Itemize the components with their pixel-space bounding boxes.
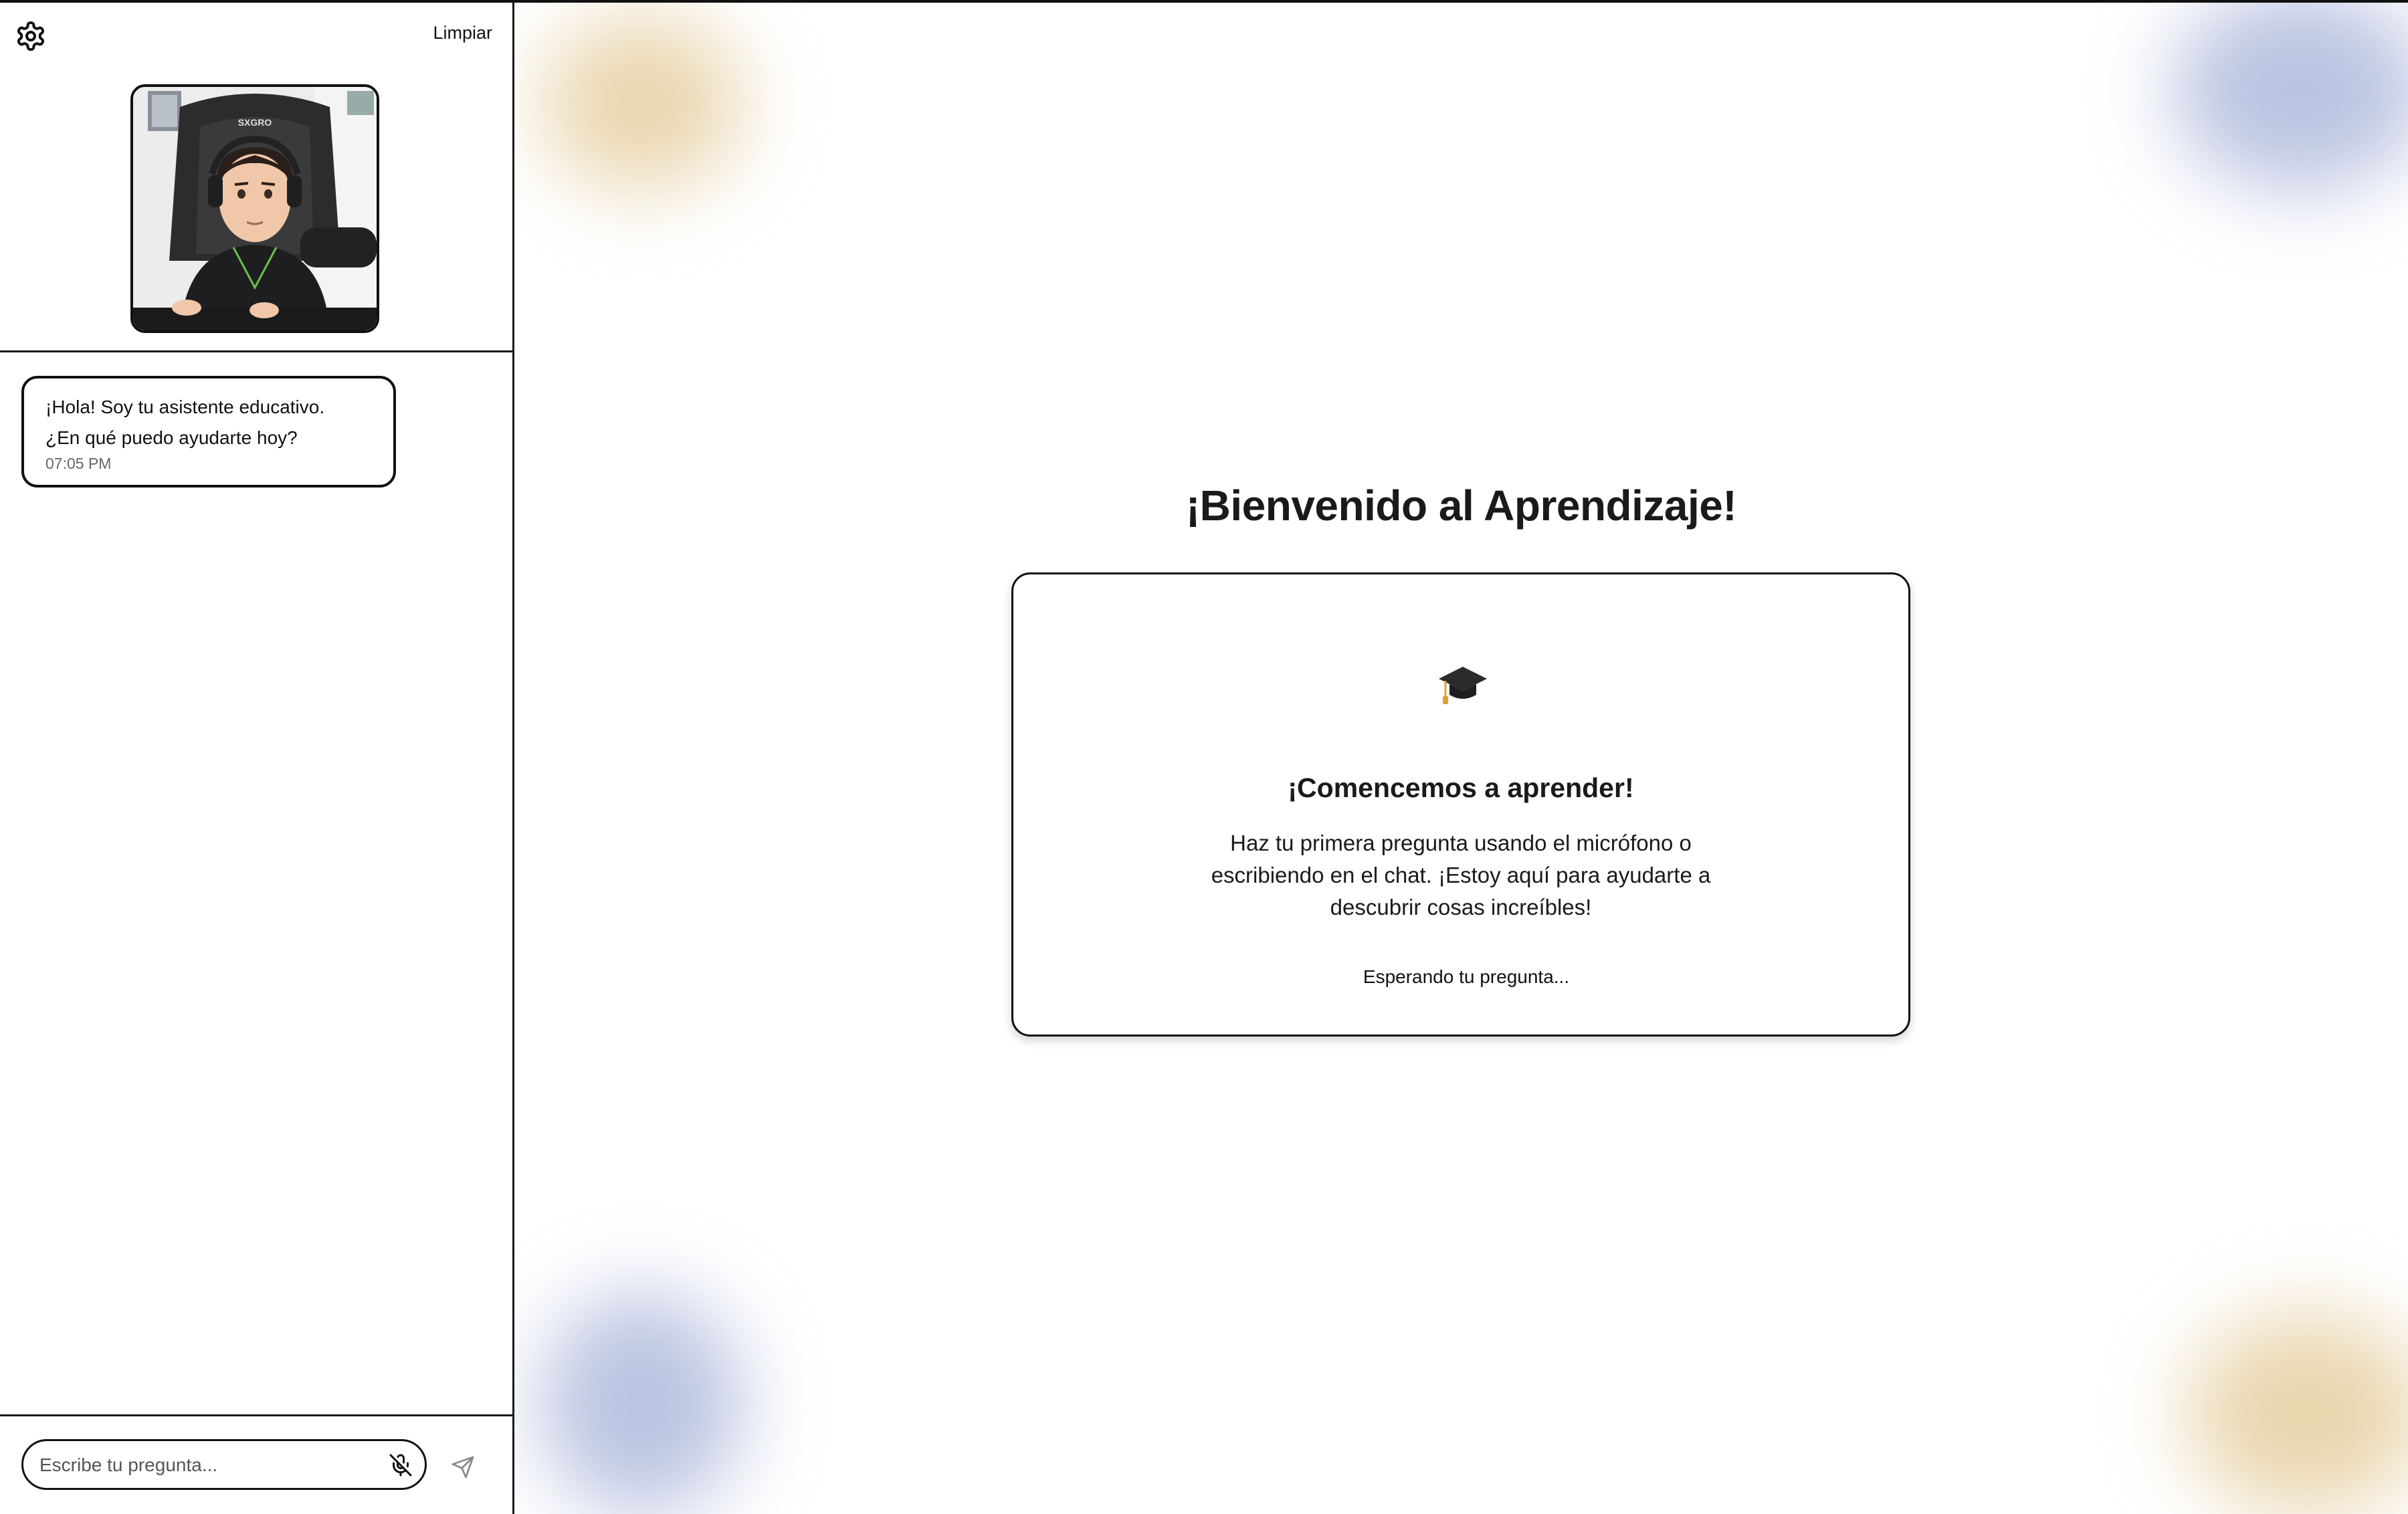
message-timestamp: 07:05 PM (45, 455, 112, 472)
message-text-line: ¿En qué puedo ayudarte hoy? (45, 427, 298, 448)
card-text-line: Haz tu primera pregunta usando el micróf… (1230, 831, 1692, 855)
mic-off-icon[interactable] (389, 1453, 413, 1477)
card-text-line: escribiendo en el chat. ¡Estoy aquí para… (1211, 863, 1711, 887)
card-text-line: descubrir cosas increíbles! (1330, 895, 1592, 920)
decorative-blob (2187, 1313, 2408, 1514)
clear-button[interactable]: Limpiar (433, 23, 492, 43)
top-border (0, 0, 2408, 3)
page-title: ¡Bienvenido al Aprendizaje! (1185, 481, 1737, 530)
welcome-card: ¡Comencemos a aprender! Haz tu primera p… (1011, 572, 1910, 1037)
gear-icon[interactable] (15, 20, 47, 52)
decorative-blob (2173, 3, 2408, 190)
message-text-line: ¡Hola! Soy tu asistente educativo. (45, 397, 325, 417)
card-heading: ¡Comencemos a aprender! (1288, 772, 1634, 803)
chat-input-bar (0, 1414, 512, 1514)
send-icon[interactable] (451, 1455, 475, 1479)
chat-messages: ¡Hola! Soy tu asistente educativo. ¿En q… (0, 352, 512, 1416)
graduation-cap-icon (1436, 657, 1490, 711)
decorative-blob (541, 1293, 742, 1514)
decorative-blob (541, 16, 742, 190)
question-input[interactable] (38, 1441, 362, 1489)
sidebar-header: Limpiar SXGRO (0, 3, 512, 352)
chat-sidebar: Limpiar SXGRO ¡Hola! Soy tu asistente ed… (0, 3, 514, 1514)
card-description: Haz tu primera pregunta usando el micróf… (1194, 827, 1728, 924)
status-text: Esperando tu pregunta... (1363, 966, 1570, 987)
chat-input-container (21, 1439, 427, 1490)
svg-text:SXGRO: SXGRO (238, 117, 272, 128)
assistant-message: ¡Hola! Soy tu asistente educativo. ¿En q… (21, 376, 396, 488)
avatar: SXGRO (130, 84, 379, 333)
main-content: ¡Bienvenido al Aprendizaje! ¡Comencemos … (514, 3, 2408, 1514)
